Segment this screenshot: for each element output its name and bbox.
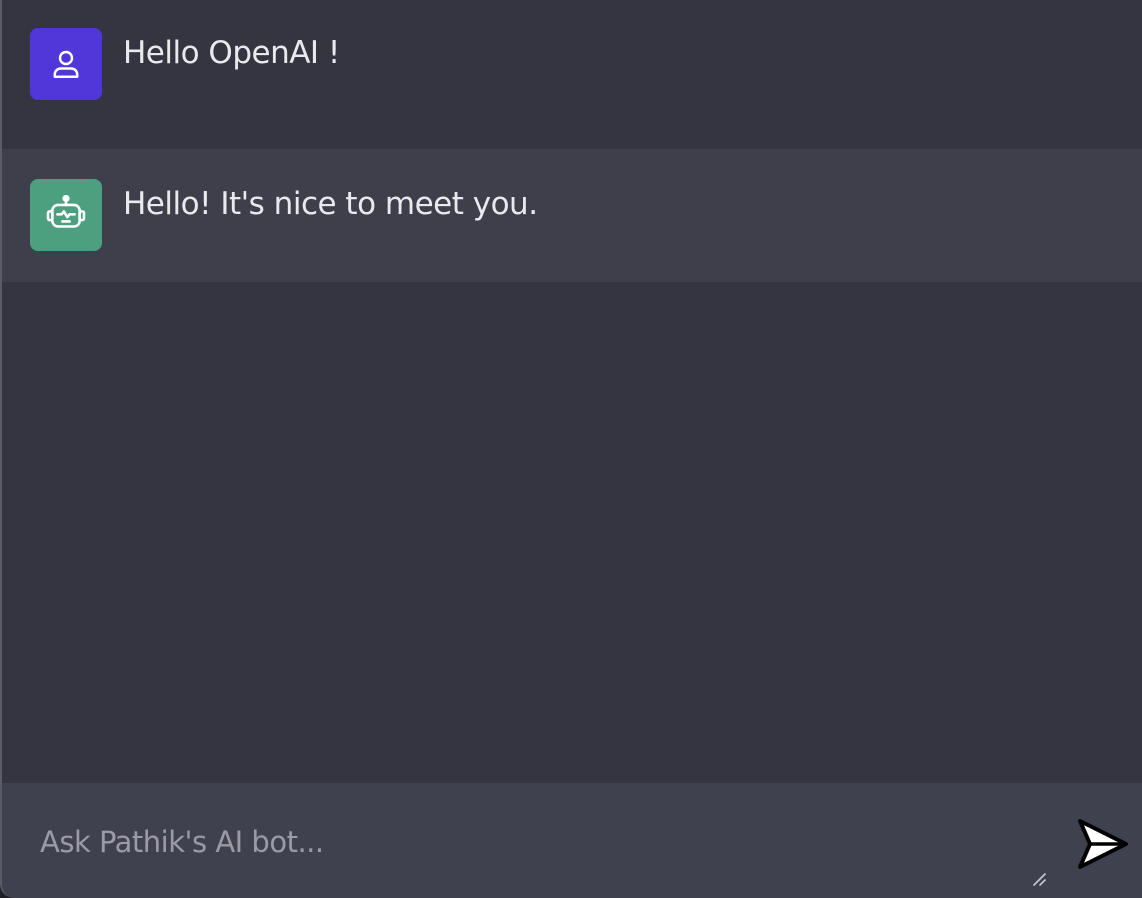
user-message-text: Hello OpenAI ! <box>123 35 340 71</box>
user-icon <box>53 50 79 78</box>
assistant-message: Hello! It's nice to meet you. <box>2 149 1142 282</box>
send-button[interactable] <box>1068 812 1132 876</box>
chat-app: Hello OpenAI ! Hello! It's nice to meet … <box>0 0 1142 898</box>
send-icon <box>1078 819 1128 869</box>
resize-grip-icon[interactable] <box>1030 870 1048 888</box>
assistant-avatar <box>30 179 102 251</box>
composer <box>2 783 1142 898</box>
prompt-input[interactable] <box>40 783 1050 898</box>
user-message: Hello OpenAI ! <box>2 0 1142 149</box>
user-avatar <box>30 28 102 100</box>
robot-icon <box>46 194 86 228</box>
assistant-message-text: Hello! It's nice to meet you. <box>123 186 538 222</box>
chat-thread: Hello OpenAI ! Hello! It's nice to meet … <box>2 0 1142 783</box>
